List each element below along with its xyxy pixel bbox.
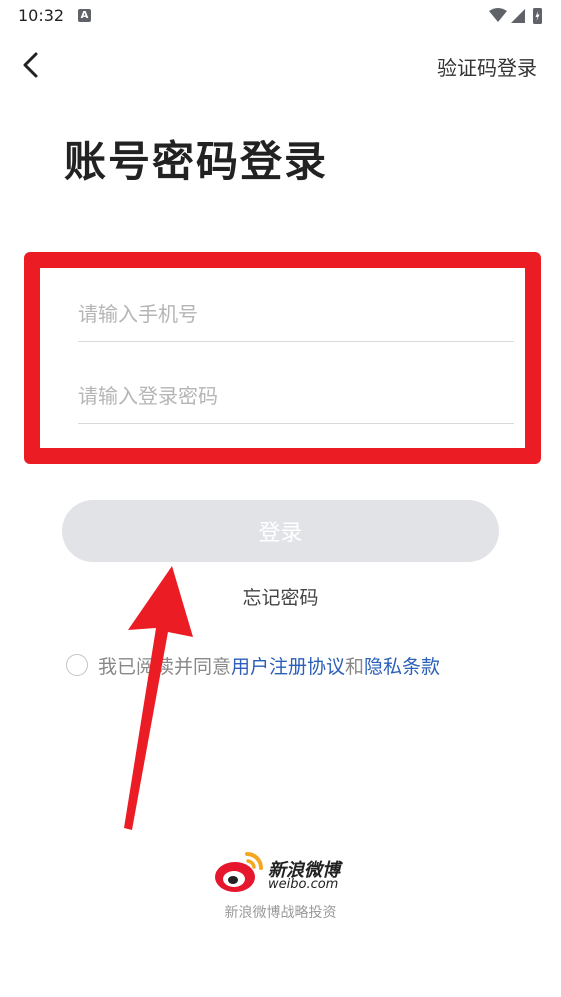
back-arrow-icon [23, 52, 38, 78]
signal-icon [511, 9, 525, 23]
forgot-password-link[interactable]: 忘记密码 [0, 583, 561, 610]
status-icons [489, 8, 542, 24]
privacy-link[interactable]: 隐私条款 [364, 656, 440, 678]
investment-note: 新浪微博战略投资 [224, 905, 337, 921]
status-time: 10:32 [18, 6, 65, 25]
terms-link[interactable]: 用户注册协议 [231, 656, 345, 678]
phone-input[interactable] [78, 286, 514, 341]
brand-domain: weibo.com [268, 877, 339, 892]
password-input[interactable] [78, 368, 514, 423]
notification-icon: A [78, 9, 91, 22]
password-field-container [78, 368, 514, 424]
agreement-prefix: 我已阅读并同意 [98, 655, 232, 678]
phone-field-container [78, 286, 514, 342]
status-bar: 10:32 A [0, 0, 561, 32]
page-title: 账号密码登录 [64, 137, 329, 186]
login-button[interactable]: 登录 [62, 500, 499, 562]
agreement-joiner: 和 [345, 655, 365, 678]
agreement-text: 我已阅读并同意用户注册协议和隐私条款 [98, 652, 440, 679]
back-button[interactable] [14, 48, 50, 84]
credentials-form [24, 252, 541, 464]
sms-code-login-link[interactable]: 验证码登录 [437, 52, 537, 81]
login-screen: 10:32 A 验证码登录 账号密码登录 登录 忘记密码 我已阅读并同意用户注册… [0, 0, 561, 997]
agreement-checkbox[interactable] [66, 654, 88, 676]
wifi-icon [489, 8, 507, 22]
agreement-row: 我已阅读并同意用户注册协议和隐私条款 [66, 652, 440, 678]
